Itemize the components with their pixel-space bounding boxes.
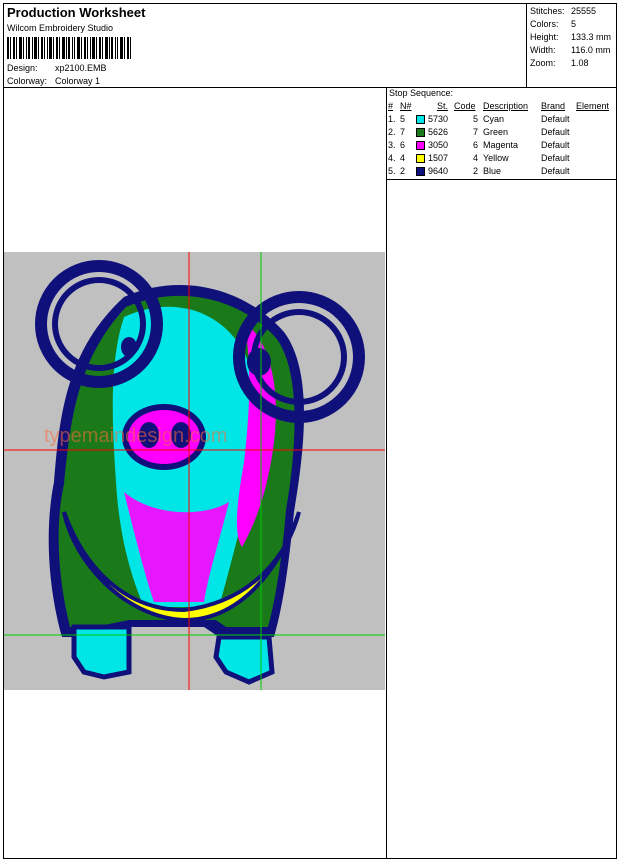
width-value: 116.0 mm [571,45,611,55]
row-brand: Default [541,153,570,163]
row-code: 7 [473,127,479,137]
row-stitches: 5730 [428,114,449,124]
row-stop: 1. [388,114,396,124]
stitches-value: 25555 [571,6,597,16]
column-divider [386,87,387,859]
row-description: Yellow [483,153,509,163]
page-title: Production Worksheet [7,5,146,20]
colorway-label: Colorway: [7,76,48,86]
row-code: 4 [473,153,479,163]
row-brand: Default [541,114,570,124]
col-element: Element [576,101,610,111]
col-needle: N# [400,101,412,111]
design-label: Design: [7,63,38,73]
color-swatch [416,167,425,176]
stitches-label: Stitches: [530,6,565,16]
row-stitches: 1507 [428,153,449,163]
color-swatch [416,115,425,124]
sequence-divider [386,179,617,180]
eye-left [121,337,137,357]
row-code: 2 [473,166,479,176]
zoom-label: Zoom: [530,58,556,68]
row-needle: 5 [400,114,406,124]
row-description: Green [483,127,509,137]
width-label: Width: [530,45,556,55]
col-stop: # [388,101,394,111]
stats-divider [526,3,527,87]
colors-value: 5 [571,19,577,29]
design-value: xp2100.EMB [55,63,107,73]
height-value: 133.3 mm [571,32,612,42]
row-brand: Default [541,166,570,176]
row-description: Cyan [483,114,505,124]
watermark-text: typemaindesign.com [44,425,227,447]
stop-sequence-title: Stop Sequence: [389,88,454,98]
row-brand: Default [541,140,570,150]
color-swatch [416,128,425,137]
row-needle: 6 [400,140,406,150]
height-label: Height: [530,32,559,42]
barcode [7,37,131,59]
row-stitches: 3050 [428,140,449,150]
col-brand: Brand [541,101,566,111]
col-stitches: St. [437,101,449,111]
header-divider [3,87,617,88]
row-description: Blue [483,166,502,176]
row-description: Magenta [483,140,519,150]
row-needle: 4 [400,153,406,163]
color-swatch [416,141,425,150]
colorway-value: Colorway 1 [55,76,101,86]
colors-label: Colors: [530,19,559,29]
color-swatch [416,154,425,163]
zoom-value: 1.08 [571,58,589,68]
design-preview: typemaindesign.com [4,252,385,690]
software-name: Wilcom Embroidery Studio [7,23,114,33]
row-stop: 2. [388,127,396,137]
row-stop: 5. [388,166,396,176]
row-stitches: 9640 [428,166,449,176]
eye-right [247,348,271,376]
row-code: 5 [473,114,479,124]
row-stitches: 5626 [428,127,449,137]
row-brand: Default [541,127,570,137]
row-stop: 4. [388,153,396,163]
col-description: Description [483,101,529,111]
row-stop: 3. [388,140,396,150]
row-code: 6 [473,140,479,150]
row-needle: 7 [400,127,406,137]
row-needle: 2 [400,166,406,176]
col-code: Code [454,101,476,111]
